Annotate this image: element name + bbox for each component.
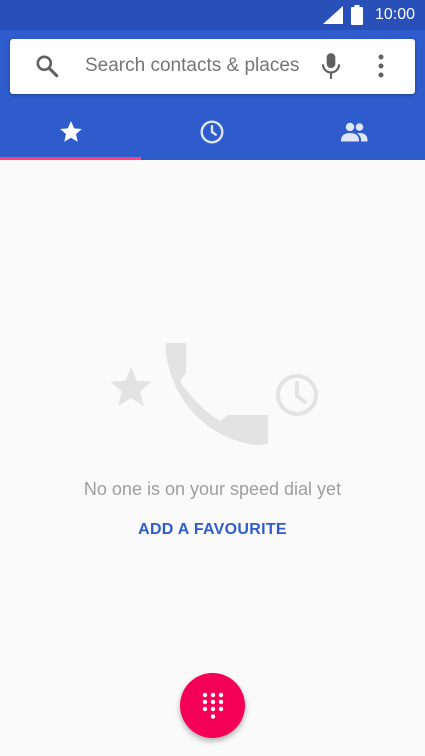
selected-tab-indicator: [0, 157, 141, 160]
status-time: 10:00: [374, 6, 415, 23]
app-header: 10:00 Search contacts & places: [0, 0, 425, 160]
tab-recents[interactable]: [142, 104, 284, 160]
signal-icon: [322, 6, 343, 24]
tab-bar: [0, 104, 425, 160]
clock-icon: [200, 120, 224, 144]
dialpad-button[interactable]: [180, 673, 245, 738]
search-input[interactable]: Search contacts & places: [85, 55, 299, 77]
star-icon: [59, 121, 82, 142]
more-vert-icon[interactable]: [376, 53, 386, 79]
status-bar: 10:00: [0, 0, 425, 30]
battery-icon: [350, 5, 363, 25]
search-bar[interactable]: Search contacts & places: [10, 39, 415, 94]
add-favourite-button[interactable]: ADD A FAVOURITE: [130, 517, 295, 542]
mic-icon[interactable]: [318, 52, 344, 80]
search-icon[interactable]: [34, 53, 60, 79]
people-icon: [340, 122, 368, 142]
empty-state-message: No one is on your speed dial yet: [83, 479, 342, 499]
tab-speed-dial[interactable]: [0, 104, 142, 160]
tab-contacts[interactable]: [283, 104, 425, 160]
status-icons: 10:00: [322, 0, 415, 30]
phone-icon: [166, 343, 268, 445]
clock-icon: [276, 374, 318, 416]
speed-dial-empty-illustration: [110, 343, 318, 445]
add-favourite-row: ADD A FAVOURITE: [0, 521, 425, 539]
dialpad-icon: [202, 692, 223, 719]
star-icon: [110, 367, 152, 406]
